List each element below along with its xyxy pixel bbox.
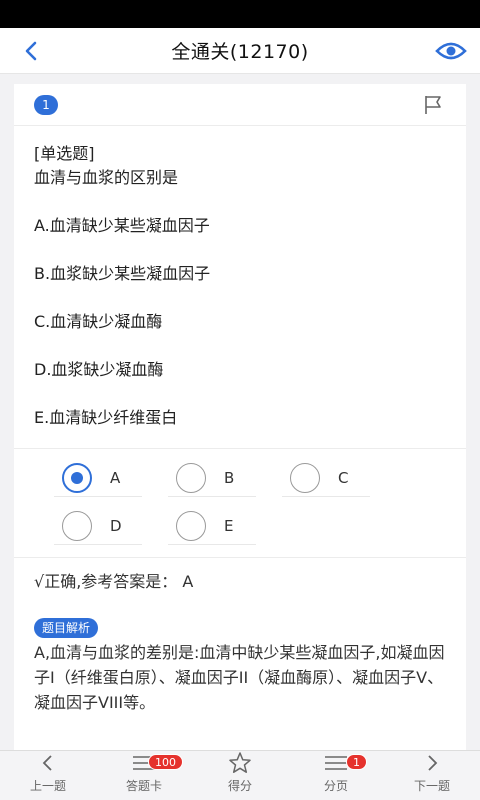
top-bar: 全通关(12170) (0, 28, 480, 74)
flag-icon (425, 96, 441, 114)
radio-unselected (176, 462, 206, 493)
option-list: A.血清缺少某些凝血因子 B.血浆缺少某些凝血因子 C.血清缺少凝血酶 D.血浆… (34, 202, 446, 442)
chevron-left-icon (25, 41, 37, 61)
choice-d[interactable]: D (54, 507, 142, 545)
radio-unselected (176, 510, 206, 541)
radio-unselected (62, 510, 92, 541)
score-button[interactable]: 得分 (192, 751, 288, 800)
chevron-left-icon (42, 755, 52, 771)
choice-c[interactable]: C (282, 459, 370, 497)
option-item: A.血清缺少某些凝血因子 (34, 216, 210, 235)
chevron-right-icon (428, 755, 438, 771)
page-button[interactable]: 1 分页 (288, 751, 384, 800)
score-label: 得分 (227, 779, 252, 793)
option-item: C.血清缺少凝血酶 (34, 312, 163, 331)
status-bar (0, 0, 480, 28)
option-item: D.血浆缺少凝血酶 (34, 360, 164, 379)
back-button[interactable] (18, 38, 44, 64)
flag-button[interactable] (422, 94, 444, 116)
choice-letter: A (110, 468, 121, 487)
choice-b[interactable]: B (168, 459, 256, 497)
answer-card-badge: 100 (148, 754, 183, 770)
choice-a[interactable]: A (54, 459, 142, 497)
question-card-header: 1 (14, 84, 466, 126)
answer-result: √正确,参考答案是： A (34, 572, 194, 591)
prev-question-button[interactable]: 上一题 (0, 751, 96, 800)
choice-letter: C (338, 468, 349, 487)
answer-choices: A B C D E (14, 448, 466, 558)
analysis-tag: 题目解析 (34, 618, 99, 638)
page-title: 全通关(12170) (171, 41, 309, 63)
radio-selected (62, 462, 92, 493)
answer-card-label: 答题卡 (125, 779, 162, 793)
choice-e[interactable]: E (168, 507, 256, 545)
radio-unselected (290, 462, 320, 493)
option-item: E.血清缺少纤维蛋白 (34, 408, 178, 427)
question-number-badge: 1 (34, 95, 58, 115)
next-question-label: 下一题 (413, 779, 450, 793)
next-question-button[interactable]: 下一题 (384, 751, 480, 800)
star-icon (229, 752, 251, 773)
analysis-text: A,血清与血浆的差别是:血清中缺少某些凝血因子,如凝血因子I（纤维蛋白原）、凝血… (34, 643, 445, 712)
question-text: 血清与血浆的区别是 (34, 168, 179, 187)
eye-icon (435, 42, 467, 60)
page-badge: 1 (346, 754, 367, 770)
choice-letter: D (110, 516, 122, 535)
page-label: 分页 (323, 779, 348, 793)
question-card: 1 [单选题] 血清与血浆的区别是 A.血清缺少某些凝血因子 B.血浆缺少某些凝… (14, 84, 466, 750)
prev-question-label: 上一题 (29, 779, 66, 793)
question-type: [单选题] (34, 144, 95, 163)
choice-letter: E (224, 516, 234, 535)
choice-letter: B (224, 468, 235, 487)
answer-card-button[interactable]: 100 答题卡 (96, 751, 192, 800)
view-toggle-button[interactable] (434, 37, 468, 65)
option-item: B.血浆缺少某些凝血因子 (34, 264, 211, 283)
bottom-toolbar: 上一题 100 答题卡 得分 1 分页 下一题 (0, 750, 480, 800)
